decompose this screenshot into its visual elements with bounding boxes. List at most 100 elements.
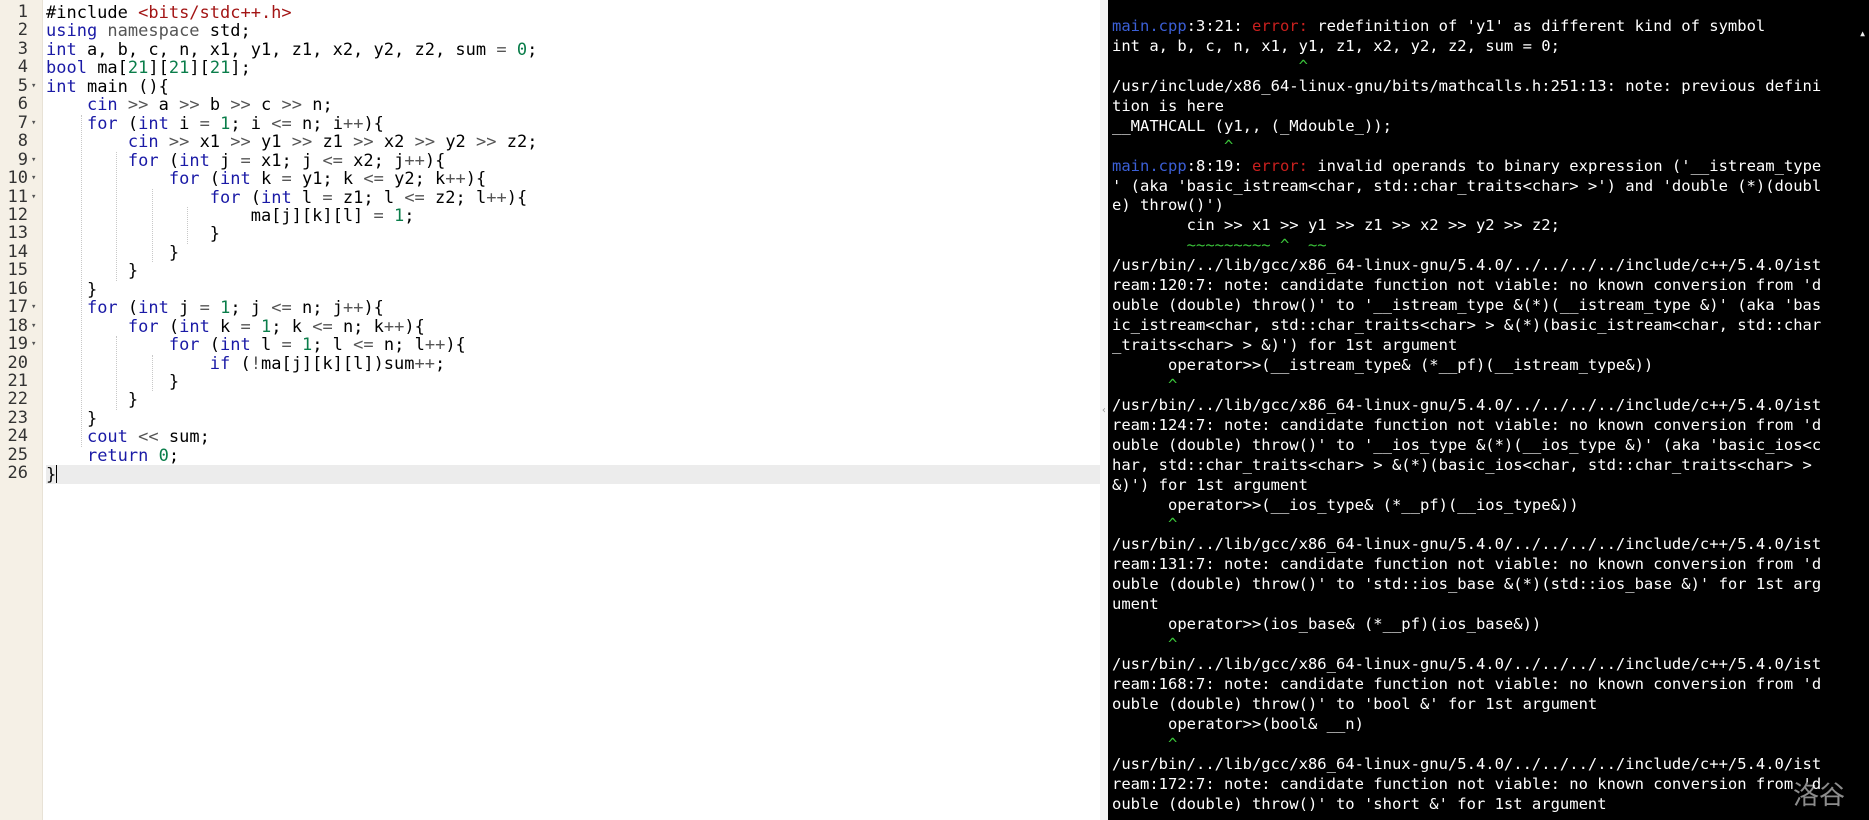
fold-toggle-icon[interactable]: ▾: [31, 317, 36, 335]
code-line[interactable]: }: [46, 410, 1100, 428]
code-token: ){: [363, 298, 384, 319]
console-text: operator>>(__istream_type& (*__pf)(__ist…: [1112, 355, 1654, 374]
line-number-text: 20: [7, 352, 28, 373]
fold-toggle-icon[interactable]: ▾: [31, 335, 36, 353]
fold-toggle-icon[interactable]: ▾: [31, 114, 36, 132]
code-token: y2: [445, 132, 477, 153]
line-number-text: 19: [7, 334, 28, 355]
console-text: invalid operands to binary expression ('…: [1307, 156, 1822, 175]
code-line[interactable]: for (int j = 1; j <= n; j++){: [46, 299, 1100, 317]
code-token: <=: [404, 187, 436, 208]
code-token: 0: [158, 445, 169, 466]
code-token: x1; j: [261, 150, 323, 171]
code-token: <bits/stdc++.h>: [138, 3, 292, 23]
code-line[interactable]: int main (){: [46, 78, 1100, 96]
console-line: ream:168:7: note: candidate function not…: [1112, 675, 1869, 695]
code-line[interactable]: }: [46, 281, 1100, 299]
code-line[interactable]: for (int j = x1; j <= x2; j++){: [46, 150, 1100, 171]
console-line: ^: [1112, 376, 1869, 396]
line-number-text: 1: [17, 2, 28, 22]
fold-toggle-icon[interactable]: ▾: [31, 169, 36, 187]
indent-guide: [81, 114, 83, 447]
code-line[interactable]: return 0;: [46, 447, 1100, 465]
line-number: 24: [0, 426, 42, 447]
console-file-link[interactable]: main.cpp: [1112, 17, 1187, 35]
console-text: ouble (double) throw()' to 'std::ios_bas…: [1112, 575, 1822, 594]
code-token: ++: [342, 298, 364, 319]
splitter-handle-icon[interactable]: ‹: [1101, 405, 1107, 416]
code-line[interactable]: }: [46, 244, 1100, 262]
fold-toggle-icon[interactable]: ▾: [31, 298, 36, 316]
code-line[interactable]: bool ma[21][21][21];: [46, 59, 1100, 77]
code-line[interactable]: ma[j][k][l] = 1;: [46, 207, 1100, 225]
code-line[interactable]: for (int l = 1; l <= n; l++){: [46, 336, 1100, 354]
console-line: /usr/bin/../lib/gcc/x86_64-linux-gnu/5.4…: [1112, 396, 1869, 416]
code-line[interactable]: for (int l = z1; l <= z2; l++){: [46, 187, 1100, 208]
console-text: __MATHCALL (y1,, (_Mdouble_));: [1112, 116, 1392, 135]
console-text: /usr/bin/../lib/gcc/x86_64-linux-gnu/5.4…: [1112, 754, 1822, 773]
code-token: i: [179, 113, 200, 134]
console-scroll-indicator-icon[interactable]: ▴: [1859, 26, 1869, 48]
line-number: 17 ▾: [0, 297, 42, 318]
code-token: ; j: [230, 298, 272, 319]
code-line[interactable]: }: [46, 262, 1100, 280]
code-line[interactable]: for (int i = 1; i <= n; i++){: [46, 113, 1100, 134]
console-text: ^: [1112, 375, 1178, 394]
code-token: cin: [127, 132, 169, 153]
line-number: 23: [0, 408, 42, 427]
code-line[interactable]: cout << sum;: [46, 428, 1100, 446]
code-token: ];: [230, 58, 251, 79]
code-token: <=: [271, 113, 302, 134]
code-line[interactable]: #include <bits/stdc++.h>: [46, 4, 1100, 22]
code-token: >>: [414, 132, 446, 153]
fold-toggle-icon[interactable]: ▾: [31, 77, 36, 95]
console-line: main.cpp:3:21: error: redefinition of 'y…: [1112, 17, 1869, 37]
code-line[interactable]: }: [46, 391, 1100, 409]
console-text: /usr/include/x86_64-linux-gnu/bits/mathc…: [1112, 76, 1822, 95]
code-line[interactable]: }: [46, 373, 1100, 391]
code-editor[interactable]: 1 2 3 4 5 ▾ 6 7 ▾ 8 9 ▾ 10 ▾ 11 ▾ 12 13 14 15 16 17 ▾ 18 ▾ 19 ▾ 20 2…: [0, 0, 1100, 820]
code-token: cout: [86, 427, 139, 448]
console-line: ' (aka 'basic_istream<char, std::char_tr…: [1112, 177, 1869, 197]
code-line[interactable]: cin >> a >> b >> c >> n;: [46, 96, 1100, 114]
code-line[interactable]: if (!ma[j][k][l])sum++;: [46, 353, 1100, 374]
code-line-active[interactable]: }: [46, 465, 1100, 484]
console-line: /usr/bin/../lib/gcc/x86_64-linux-gnu/5.4…: [1112, 655, 1869, 675]
code-line[interactable]: for (int k = 1; k <= n; k++){: [46, 317, 1100, 336]
pane-splitter[interactable]: ‹: [1100, 0, 1108, 820]
console-text: ouble (double) throw()' to 'short &' for…: [1112, 794, 1607, 813]
fold-toggle-icon[interactable]: ▾: [31, 188, 36, 206]
console-file-link[interactable]: main.cpp: [1112, 157, 1187, 175]
code-token: int: [138, 113, 180, 134]
code-token: >>: [476, 132, 507, 153]
code-token: ++: [486, 187, 507, 208]
code-token: cin: [86, 95, 128, 116]
line-number-text: 2: [17, 20, 28, 41]
indent-guide: [151, 188, 153, 263]
line-number: 22: [0, 390, 42, 409]
console-line: _traits<char> > &)') for 1st argument: [1112, 336, 1869, 356]
line-number-text: 21: [7, 371, 28, 391]
line-number-text: 17: [7, 297, 28, 318]
code-line[interactable]: }: [46, 225, 1100, 243]
fold-toggle-icon[interactable]: ▾: [31, 151, 36, 169]
code-token: }: [127, 390, 139, 411]
code-token: n;: [312, 95, 333, 116]
console-text: redefinition of 'y1' as different kind o…: [1307, 17, 1766, 35]
console-line: ^: [1112, 735, 1869, 755]
code-token: z1: [322, 132, 354, 153]
code-line[interactable]: cin >> x1 >> y1 >> z1 >> x2 >> y2 >> z2;: [46, 133, 1100, 151]
code-token: ++: [414, 353, 435, 374]
line-number-text: 24: [7, 426, 28, 447]
console-text: ' (aka 'basic_istream<char, std::char_tr…: [1112, 176, 1822, 195]
console-line: /usr/bin/../lib/gcc/x86_64-linux-gnu/5.4…: [1112, 256, 1869, 276]
code-line[interactable]: for (int k = y1; k <= y2; k++){: [46, 170, 1100, 188]
code-token: c: [261, 95, 282, 116]
code-line[interactable]: int a, b, c, n, x1, y1, z1, x2, y2, z2, …: [46, 41, 1100, 59]
console-line: operator>>(__ios_type& (*__pf)(__ios_typ…: [1112, 496, 1869, 516]
console-text: ^: [1112, 56, 1308, 75]
code-line[interactable]: using namespace std;: [46, 22, 1100, 40]
code-token: }: [86, 408, 98, 429]
